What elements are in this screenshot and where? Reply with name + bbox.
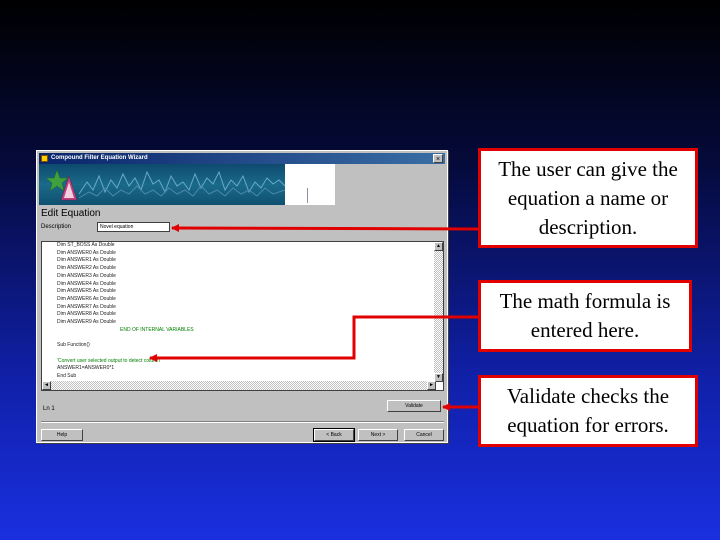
arrow-to-description — [171, 224, 479, 233]
arrow-to-formula — [149, 315, 478, 362]
callout-arrows — [149, 224, 479, 411]
